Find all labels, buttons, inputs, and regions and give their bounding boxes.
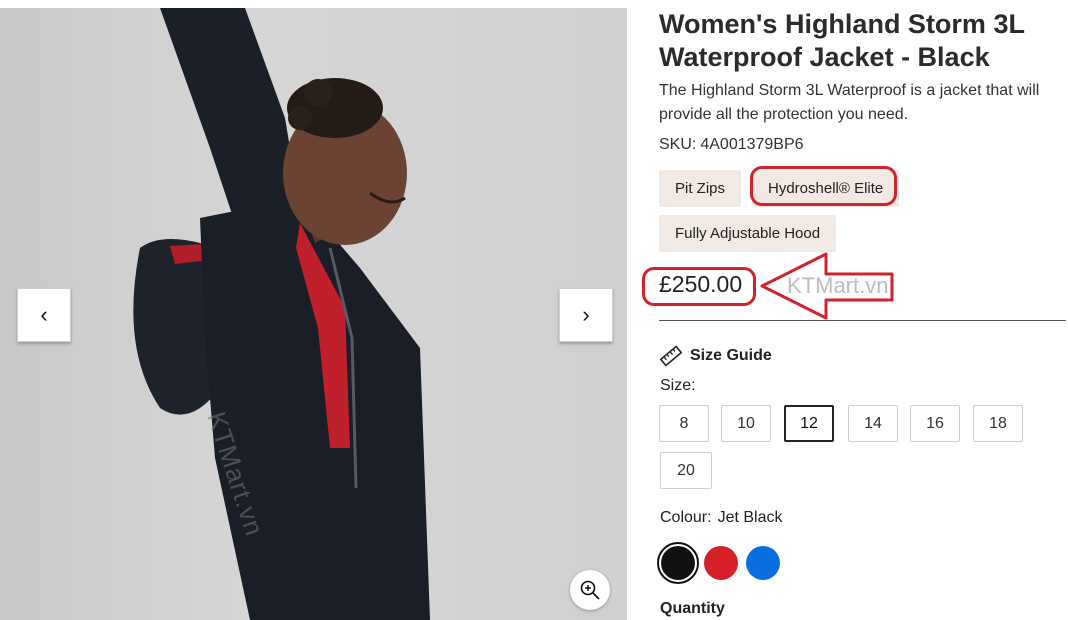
size-option-12[interactable]: 12 [784, 405, 834, 442]
size-option-18[interactable]: 18 [973, 405, 1023, 442]
product-sku: SKU: 4A001379BP6 [659, 136, 804, 154]
colour-swatch-red[interactable] [704, 546, 738, 580]
colour-swatch-blue[interactable] [746, 546, 780, 580]
zoom-in-icon [580, 580, 600, 600]
product-image-gallery: KTMart.vn [0, 8, 627, 620]
feature-chip-pit-zips: Pit Zips [659, 170, 742, 207]
highlight-annotation-price [642, 267, 756, 306]
section-divider [659, 320, 1066, 321]
colour-row: Colour: Jet Black [660, 509, 783, 527]
size-option-10[interactable]: 10 [721, 405, 771, 442]
product-title: Women's Highland Storm 3L Waterproof Jac… [659, 9, 1025, 72]
sku-label: SKU: [659, 136, 697, 153]
next-image-button[interactable]: › [559, 288, 613, 342]
quantity-label: Quantity [660, 600, 725, 617]
sku-value: 4A001379BP6 [700, 136, 804, 153]
size-option-8[interactable]: 8 [659, 405, 709, 442]
size-option-16[interactable]: 16 [910, 405, 960, 442]
feature-chip-adjustable-hood: Fully Adjustable Hood [659, 215, 837, 252]
previous-image-button[interactable]: ‹ [17, 288, 71, 342]
colour-value: Jet Black [717, 509, 783, 526]
ruler-icon [660, 345, 682, 367]
colour-label: Colour: [660, 509, 712, 526]
size-option-14[interactable]: 14 [848, 405, 898, 442]
size-guide-label: Size Guide [690, 347, 772, 364]
size-label: Size: [660, 377, 696, 394]
size-guide-link[interactable]: Size Guide [660, 344, 772, 368]
product-photo [133, 8, 430, 620]
highlight-annotation-hydroshell [750, 166, 897, 206]
zoom-button[interactable] [570, 570, 610, 610]
size-option-20[interactable]: 20 [660, 452, 712, 489]
chevron-left-icon: ‹ [40, 302, 48, 327]
colour-swatch-black[interactable] [661, 546, 695, 580]
product-description: The Highland Storm 3L Waterproof is a ja… [659, 82, 1040, 123]
price-watermark: KTMart.vn [787, 273, 889, 298]
chevron-right-icon: › [582, 302, 590, 327]
